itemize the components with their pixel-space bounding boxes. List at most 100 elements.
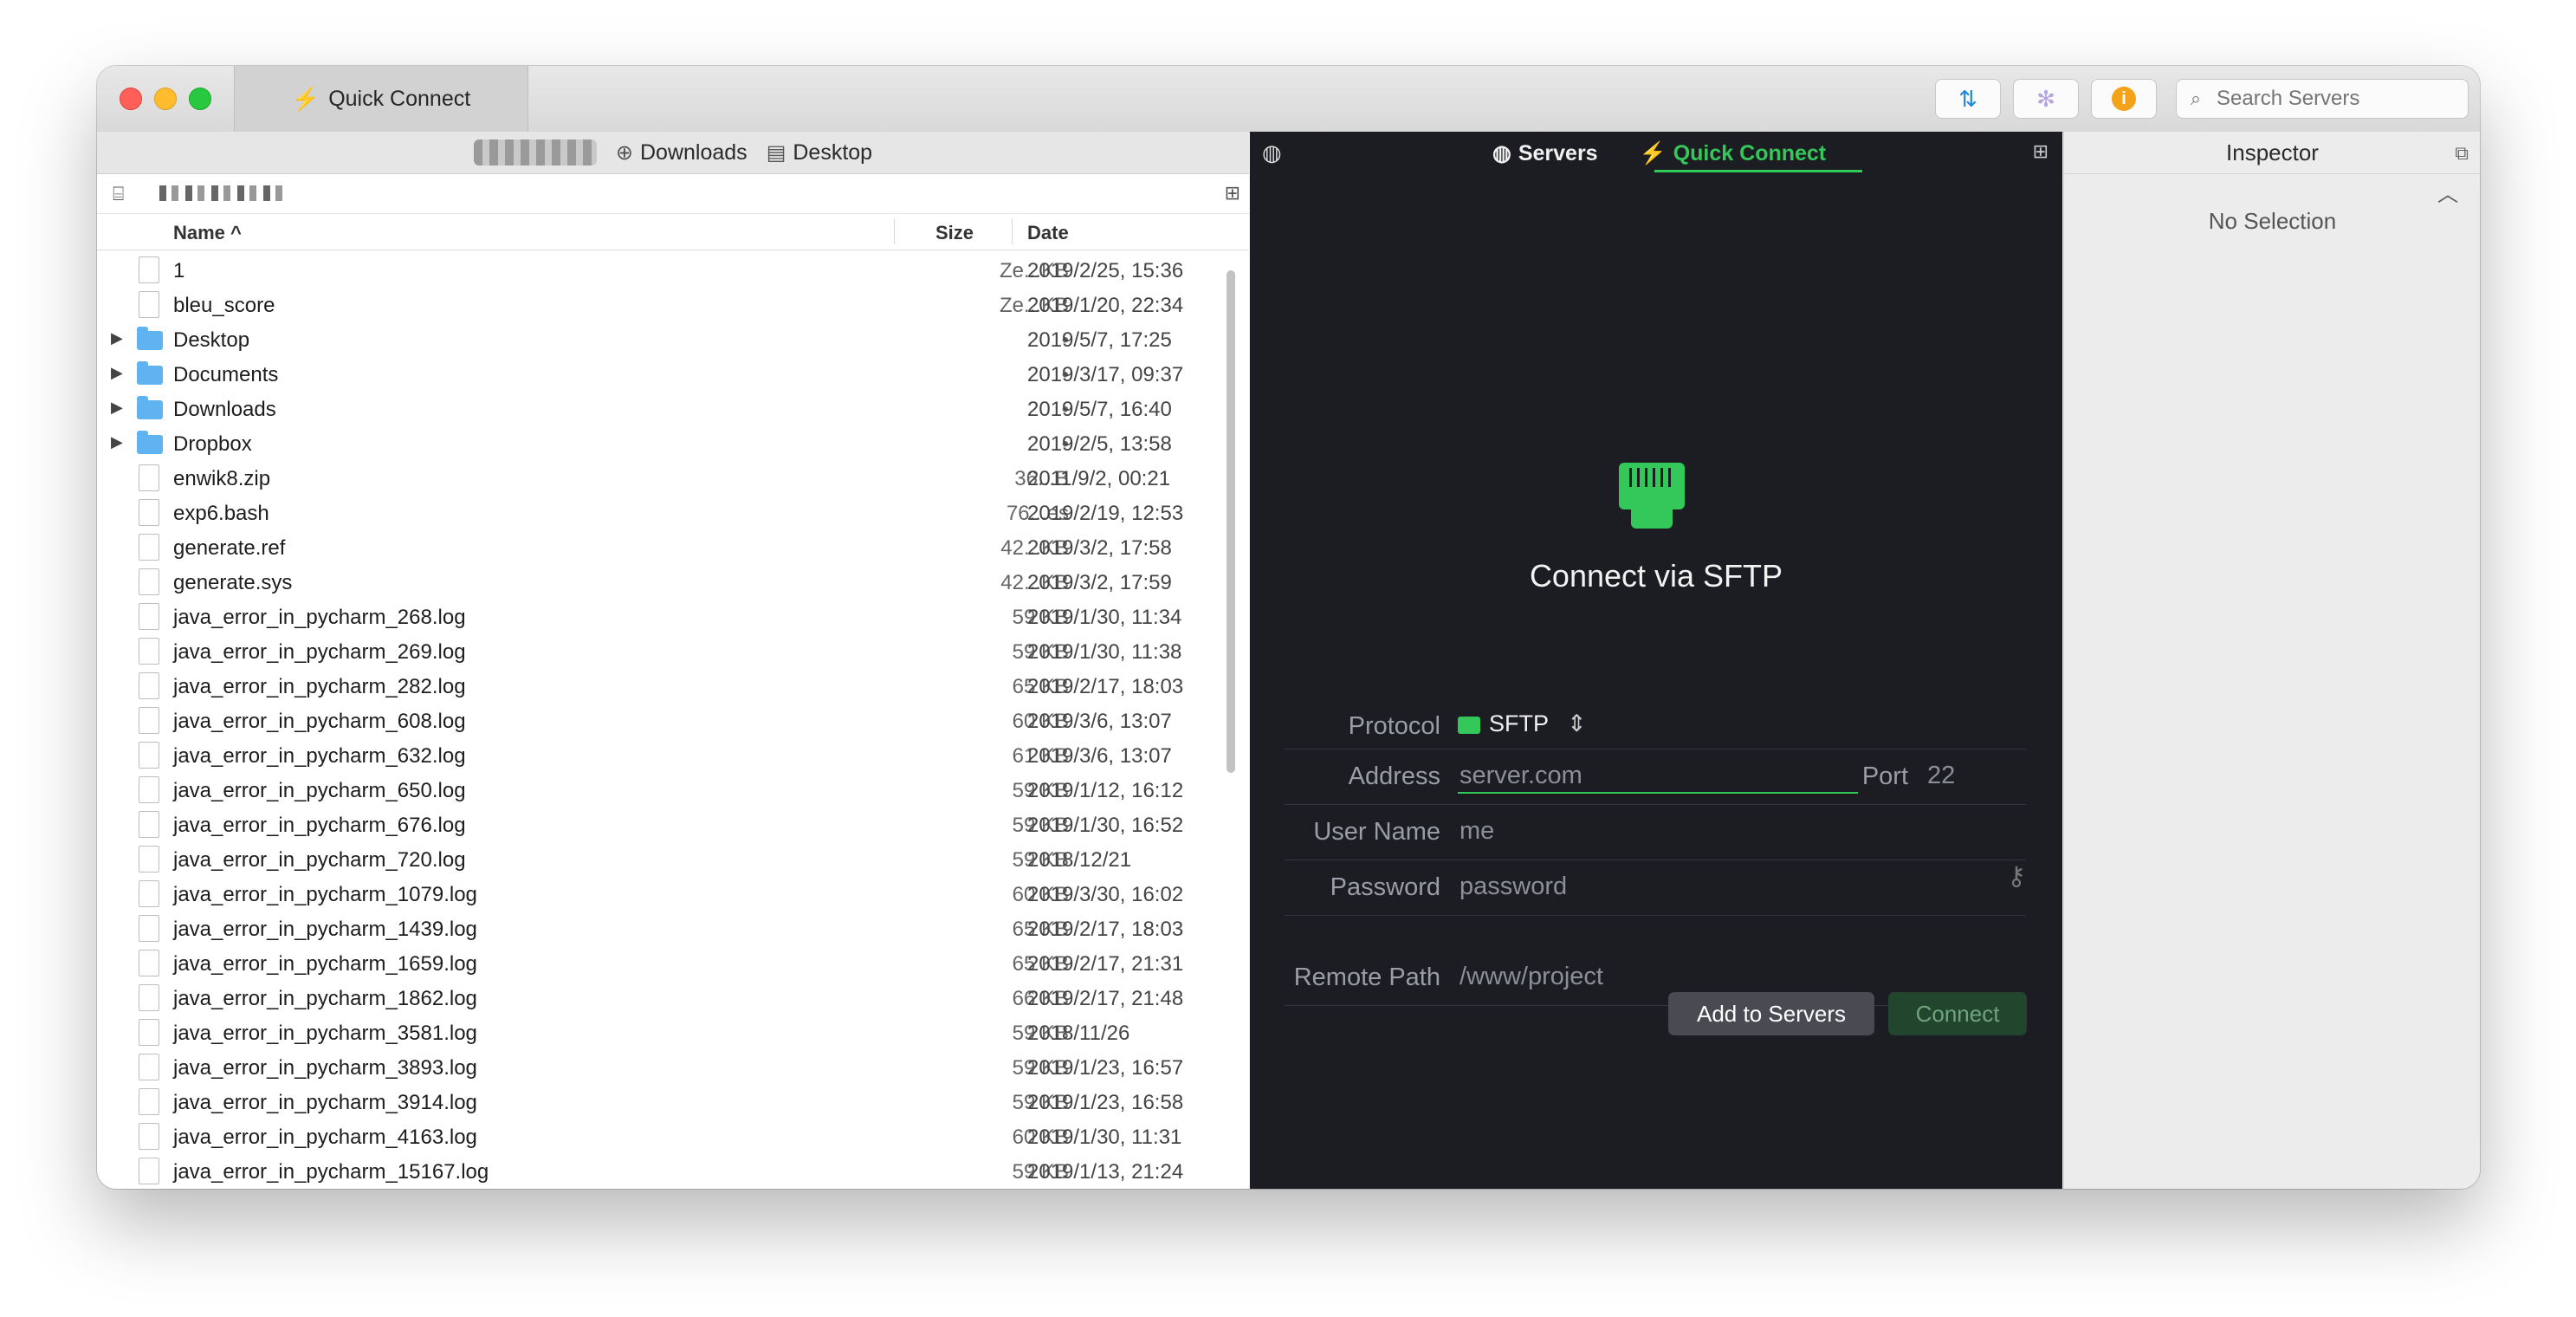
table-row[interactable]: java_error_in_pycharm_676.log 59 KB 2019/1… — [97, 808, 1232, 842]
file-icon — [139, 1054, 159, 1080]
zoom-window-button[interactable] — [189, 88, 211, 110]
info-icon: i — [2112, 87, 2136, 111]
spinner-icon: ✻ — [2036, 85, 2055, 112]
file-name: java_error_in_pycharm_1439.log — [173, 918, 477, 941]
table-row[interactable]: java_error_in_pycharm_1079.log 60 KB 2019/… — [97, 877, 1232, 912]
table-row[interactable]: java_error_in_pycharm_282.log 65 KB 2019/2… — [97, 669, 1232, 704]
file-icon — [139, 1019, 159, 1046]
add-to-servers-button[interactable]: Add to Servers — [1668, 992, 1874, 1035]
table-row[interactable]: ▶ Documents • 2019/3/17, 09:37 — [97, 357, 1232, 392]
remote-path-label: Remote Path — [1293, 963, 1440, 991]
table-row[interactable]: java_error_in_pycharm_608.log 60 KB 2019/3… — [97, 704, 1232, 738]
disclosure-triangle-icon[interactable]: ▶ — [111, 399, 123, 417]
table-row[interactable]: ▶ Downloads • 2019/5/7, 16:40 — [97, 392, 1232, 426]
table-row[interactable]: java_error_in_pycharm_1439.log 65 KB 2019/… — [97, 912, 1232, 946]
transfer-arrows-icon: ⇅ — [1958, 85, 1977, 112]
key-icon[interactable]: ⚷ — [2007, 861, 2026, 892]
address-input[interactable] — [1458, 761, 1851, 791]
size-column-header[interactable]: Size — [935, 222, 974, 244]
search-servers-field[interactable]: ⌕ — [2176, 79, 2469, 119]
table-row[interactable]: java_error_in_pycharm_3581.log 59 KB 2018/… — [97, 1015, 1232, 1050]
chevron-up-icon[interactable]: ︿ — [2437, 177, 2458, 207]
disclosure-triangle-icon[interactable]: ▶ — [111, 364, 123, 382]
globe-icon[interactable]: ◍ — [1262, 139, 1282, 166]
path-breadcrumb[interactable] — [159, 185, 289, 201]
file-date: 2019/2/17, 21:31 — [1027, 952, 1184, 976]
chevron-updown-icon: ⇕ — [1567, 710, 1587, 736]
copy-icon[interactable]: ⧉ — [2455, 142, 2469, 165]
disclosure-triangle-icon[interactable]: ▶ — [111, 329, 123, 347]
username-input[interactable] — [1458, 816, 1981, 847]
table-row[interactable]: java_error_in_pycharm_269.log 59 KB 2019/1… — [97, 634, 1232, 669]
file-icon — [139, 707, 159, 734]
table-row[interactable]: java_error_in_pycharm_3914.log 59 KB 2019/… — [97, 1085, 1232, 1119]
disclosure-triangle-icon[interactable]: ▶ — [111, 433, 123, 451]
table-row[interactable]: ▶ Desktop • 2019/5/7, 17:25 — [97, 322, 1232, 357]
desktop-icon: ▤ — [766, 140, 786, 165]
table-row[interactable]: ▶ Dropbox • 2019/2/5, 13:58 — [97, 426, 1232, 461]
file-icon — [139, 1088, 159, 1115]
connect-button[interactable]: Connect — [1888, 992, 2027, 1035]
username-row: User Name — [1285, 804, 2026, 860]
port-input[interactable] — [1926, 761, 2016, 791]
close-window-button[interactable] — [120, 88, 142, 110]
home-folder-item[interactable] — [473, 139, 597, 165]
search-input[interactable] — [2215, 86, 2452, 112]
address-label: Address — [1348, 762, 1440, 790]
activity-button[interactable]: ✻ — [2013, 79, 2079, 119]
port-label: Port — [1861, 762, 1908, 790]
tab-quick-connect[interactable]: ⚡ Quick Connect — [234, 66, 528, 132]
tab-servers[interactable]: ◍ Servers — [1492, 140, 1598, 166]
file-icon — [139, 1158, 159, 1184]
table-row[interactable]: java_error_in_pycharm_15167.log 59 KB 2019… — [97, 1154, 1232, 1189]
table-row[interactable]: generate.ref 42...KB 2019/3/2, 17:58 — [97, 530, 1232, 565]
table-row[interactable]: bleu_score Ze...KB 2019/1/20, 22:34 — [97, 288, 1232, 322]
file-icon — [139, 672, 159, 699]
view-options-icon[interactable]: ⊞ — [2033, 140, 2049, 163]
ethernet-port-icon — [1619, 463, 1685, 529]
vertical-scrollbar[interactable] — [1227, 270, 1235, 773]
remote-path-input[interactable] — [1458, 962, 1981, 992]
view-options-icon[interactable]: ⊞ — [1225, 182, 1240, 204]
info-button[interactable]: i — [2091, 79, 2157, 119]
file-icon — [139, 603, 159, 630]
location-desktop[interactable]: ▤ Desktop — [767, 140, 872, 165]
tab-quick-connect-remote[interactable]: ⚡ Quick Connect — [1640, 140, 1827, 166]
minimize-window-button[interactable] — [154, 88, 177, 110]
table-row[interactable]: java_error_in_pycharm_1862.log 66 KB 2019/… — [97, 981, 1232, 1015]
protocol-select[interactable]: SFTP ⇕ — [1458, 710, 1587, 737]
date-column-header[interactable]: Date — [1027, 222, 1069, 244]
active-tab-indicator — [1654, 170, 1862, 172]
local-browser-pane: ⊕ Downloads ▤ Desktop ⌸ ⊞ Name ^ Size Da… — [97, 132, 1249, 1189]
transfers-button[interactable]: ⇅ — [1935, 79, 2001, 119]
file-name: java_error_in_pycharm_1862.log — [173, 987, 477, 1010]
folder-icon — [137, 396, 163, 419]
password-input[interactable] — [1458, 872, 1981, 902]
table-row[interactable]: 1 Ze...KB 2019/2/25, 15:36 — [97, 253, 1232, 288]
table-row[interactable]: java_error_in_pycharm_3893.log 59 KB 2019/… — [97, 1050, 1232, 1085]
drive-icon[interactable]: ⌸ — [113, 183, 124, 205]
inspector-title: Inspector — [2064, 132, 2480, 174]
search-icon: ⌕ — [2190, 88, 2202, 109]
table-row[interactable]: java_error_in_pycharm_1659.log 65 KB 2019/… — [97, 946, 1232, 981]
table-row[interactable]: generate.sys 42...KB 2019/3/2, 17:59 — [97, 565, 1232, 600]
remote-pane: ◍ ◍ Servers ⚡ Quick Connect ⊞ Connect vi… — [1250, 132, 2062, 1189]
table-row[interactable]: java_error_in_pycharm_268.log 59 KB 2019/1… — [97, 600, 1232, 634]
connect-heading: Connect via SFTP — [1529, 558, 1783, 594]
table-row[interactable]: java_error_in_pycharm_720.log 59 KB 2018/1… — [97, 842, 1232, 877]
table-row[interactable]: java_error_in_pycharm_4163.log 60 KB 2019/… — [97, 1119, 1232, 1154]
table-row[interactable]: java_error_in_pycharm_650.log 59 KB 2019/1… — [97, 773, 1232, 808]
table-row[interactable]: java_error_in_pycharm_632.log 61 KB 2019/3… — [97, 738, 1232, 773]
file-icon — [139, 880, 159, 907]
file-date: 2019/5/7, 17:25 — [1027, 328, 1172, 352]
file-icon — [139, 984, 159, 1011]
folder-icon — [137, 361, 163, 385]
location-downloads[interactable]: ⊕ Downloads — [616, 140, 748, 165]
table-row[interactable]: enwik8.zip 36...B 2011/9/2, 00:21 — [97, 461, 1232, 496]
address-row: Address Port — [1285, 749, 2026, 805]
file-date: 2019/3/6, 13:07 — [1027, 710, 1172, 733]
table-row[interactable]: exp6.bash 76...es 2019/2/19, 12:53 — [97, 496, 1232, 530]
name-column-header[interactable]: Name ^ — [173, 222, 242, 244]
tab-label: Quick Connect — [1673, 140, 1827, 165]
lightning-icon: ⚡ — [1639, 140, 1667, 165]
